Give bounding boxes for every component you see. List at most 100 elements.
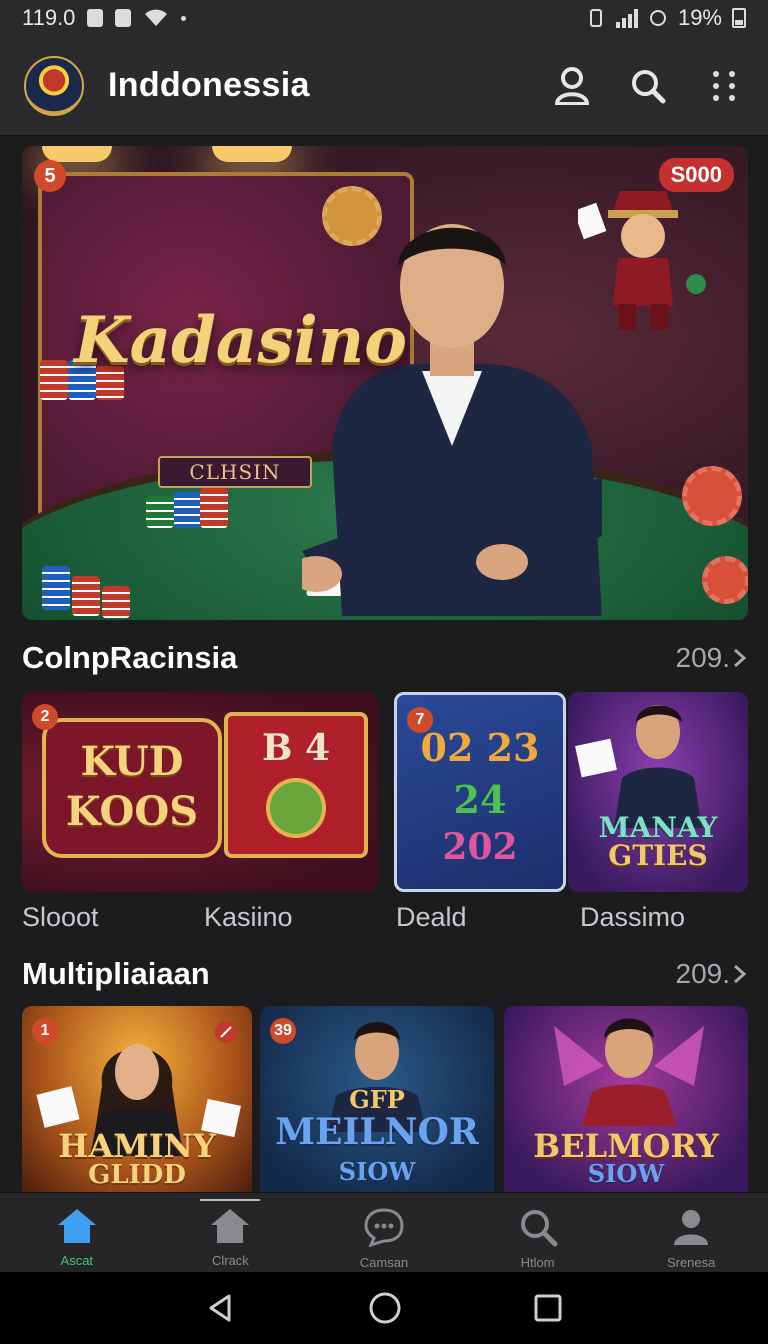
home-circle-icon[interactable]	[368, 1291, 402, 1325]
search-button[interactable]	[628, 66, 668, 106]
tile-art-title: GLIDD	[88, 1160, 186, 1190]
system-nav-bar	[0, 1272, 768, 1344]
nav-label: Srenesa	[666, 1255, 716, 1270]
leprechaun-mascot	[578, 191, 706, 330]
nav-item-clrack[interactable]: Clrack	[154, 1193, 308, 1272]
chip-stack	[102, 586, 130, 618]
status-bar: 119.0 19%	[0, 0, 768, 36]
tile-art-title: BELMORY	[533, 1127, 719, 1165]
profile-icon	[554, 66, 590, 105]
app-logo[interactable]	[24, 55, 84, 116]
vibrate-icon	[589, 9, 602, 27]
section-see-all[interactable]: 209.	[676, 642, 749, 674]
chip-stack	[200, 488, 228, 528]
app-bar: Inddonessia	[0, 36, 768, 136]
nav-label: Clrack	[211, 1253, 249, 1268]
tile-art-title: MEILNOR	[275, 1111, 479, 1153]
game-tile[interactable]: KUD KOOS B 4 2	[22, 692, 378, 892]
tile-label[interactable]: Kasiino	[204, 902, 293, 933]
section-count: 209.	[675, 958, 731, 989]
profile-button[interactable]	[552, 66, 592, 106]
nav-label: Camsan	[359, 1255, 409, 1270]
recents-icon[interactable]	[533, 1293, 563, 1323]
chip-stack	[42, 566, 70, 610]
nav-indicator	[200, 1199, 261, 1201]
nav-item-ascat[interactable]: Ascat	[0, 1193, 154, 1272]
tile-person	[614, 705, 702, 828]
more-button[interactable]	[704, 66, 744, 106]
game-tile[interactable]: 02 23 24 202 7	[394, 692, 566, 892]
search-icon	[520, 1210, 558, 1247]
section-count: 209.	[675, 642, 731, 673]
home-outline-icon	[211, 1209, 250, 1243]
flying-chip	[702, 556, 748, 604]
bottom-nav: Ascat Clrack Camsan Htlom Srenesa	[0, 1192, 768, 1272]
nav-item-srenesa[interactable]: Srenesa	[614, 1193, 768, 1272]
tile-art-title: SIOW	[587, 1159, 665, 1188]
overflow-dot-icon	[181, 15, 187, 21]
status-time: 119.0	[22, 5, 76, 30]
tile-cards	[36, 1086, 80, 1128]
game-tile[interactable]: GFP MEILNOR SIOW 39	[260, 1006, 494, 1192]
game-tile[interactable]: BELMORY SIOW	[504, 1006, 748, 1192]
nav-label: Htlom	[520, 1255, 555, 1270]
tile-art-title: KUD	[80, 738, 184, 785]
section-title: ColnpRacinsia	[22, 640, 238, 675]
hero-subtitle: CLHSIN	[158, 456, 312, 488]
chip-stack	[40, 360, 68, 400]
game-tile[interactable]: HAMINY GLIDD 1	[22, 1006, 252, 1192]
chip-stack	[174, 492, 202, 528]
chevron-right-icon	[734, 648, 747, 668]
hero-banner[interactable]: Kadasino CLHSIN 5 S000	[22, 146, 748, 620]
game-tile[interactable]: MANAY GTIES	[568, 692, 748, 892]
tile-badge: 2	[32, 704, 58, 730]
more-icon	[713, 70, 735, 101]
chip-stack	[72, 576, 100, 616]
section-see-all[interactable]: 209.	[676, 958, 749, 990]
hero-title: Kadasino	[74, 303, 407, 378]
tile-label[interactable]: Deald	[396, 902, 467, 933]
tile-coin	[266, 778, 326, 838]
section-header-1: ColnpRacinsia 209.	[22, 640, 748, 676]
tile-art-title: KOOS	[65, 788, 199, 835]
tile-art-title: 202	[442, 826, 518, 868]
chevron-right-icon	[734, 964, 747, 984]
tile-art-title: GTIES	[608, 839, 708, 872]
battery-ring-icon	[649, 10, 666, 26]
tile-art-title: HAMINY	[58, 1127, 216, 1165]
battery-icon	[732, 8, 746, 28]
signal-icon	[615, 8, 638, 28]
tile-art-title: GFP	[349, 1085, 405, 1114]
tile-label[interactable]: Dassimo	[580, 902, 685, 933]
hero-badge: 5	[34, 160, 66, 192]
nav-label: Ascat	[60, 1253, 94, 1268]
app-title: Inddonessia	[108, 66, 310, 104]
wifi-icon	[145, 9, 168, 26]
ceiling-lamp	[212, 146, 292, 162]
profile-icon	[674, 1210, 709, 1245]
section-header-2: Multipliaiaan 209.	[22, 956, 748, 992]
back-icon[interactable]	[205, 1292, 237, 1324]
tile-art-title: 02 23	[420, 725, 540, 770]
flying-chip	[682, 466, 742, 526]
tile-badge: 39	[270, 1018, 296, 1044]
tile-art-title: 24	[453, 777, 507, 822]
nav-item-htlom[interactable]: Htlom	[461, 1193, 615, 1272]
home-icon	[57, 1209, 96, 1243]
sim-icon	[115, 9, 132, 27]
dealer-person	[302, 224, 602, 616]
nav-item-camsan[interactable]: Camsan	[307, 1193, 461, 1272]
chat-icon	[364, 1208, 404, 1247]
chip-stack	[146, 496, 174, 528]
tile-badge: 1	[32, 1018, 58, 1044]
search-icon	[632, 69, 666, 103]
tile-label[interactable]: Slooot	[22, 902, 99, 933]
notification-icon	[87, 9, 104, 27]
close-icon[interactable]	[214, 1020, 238, 1044]
tile-person	[554, 1018, 704, 1126]
tile-side-text: B 4	[261, 727, 330, 769]
hero-price-badge: S000	[658, 158, 734, 192]
tile-badge: 7	[407, 707, 433, 733]
battery-percent: 19%	[677, 5, 722, 30]
tile-art-title: MANAY	[598, 811, 718, 844]
